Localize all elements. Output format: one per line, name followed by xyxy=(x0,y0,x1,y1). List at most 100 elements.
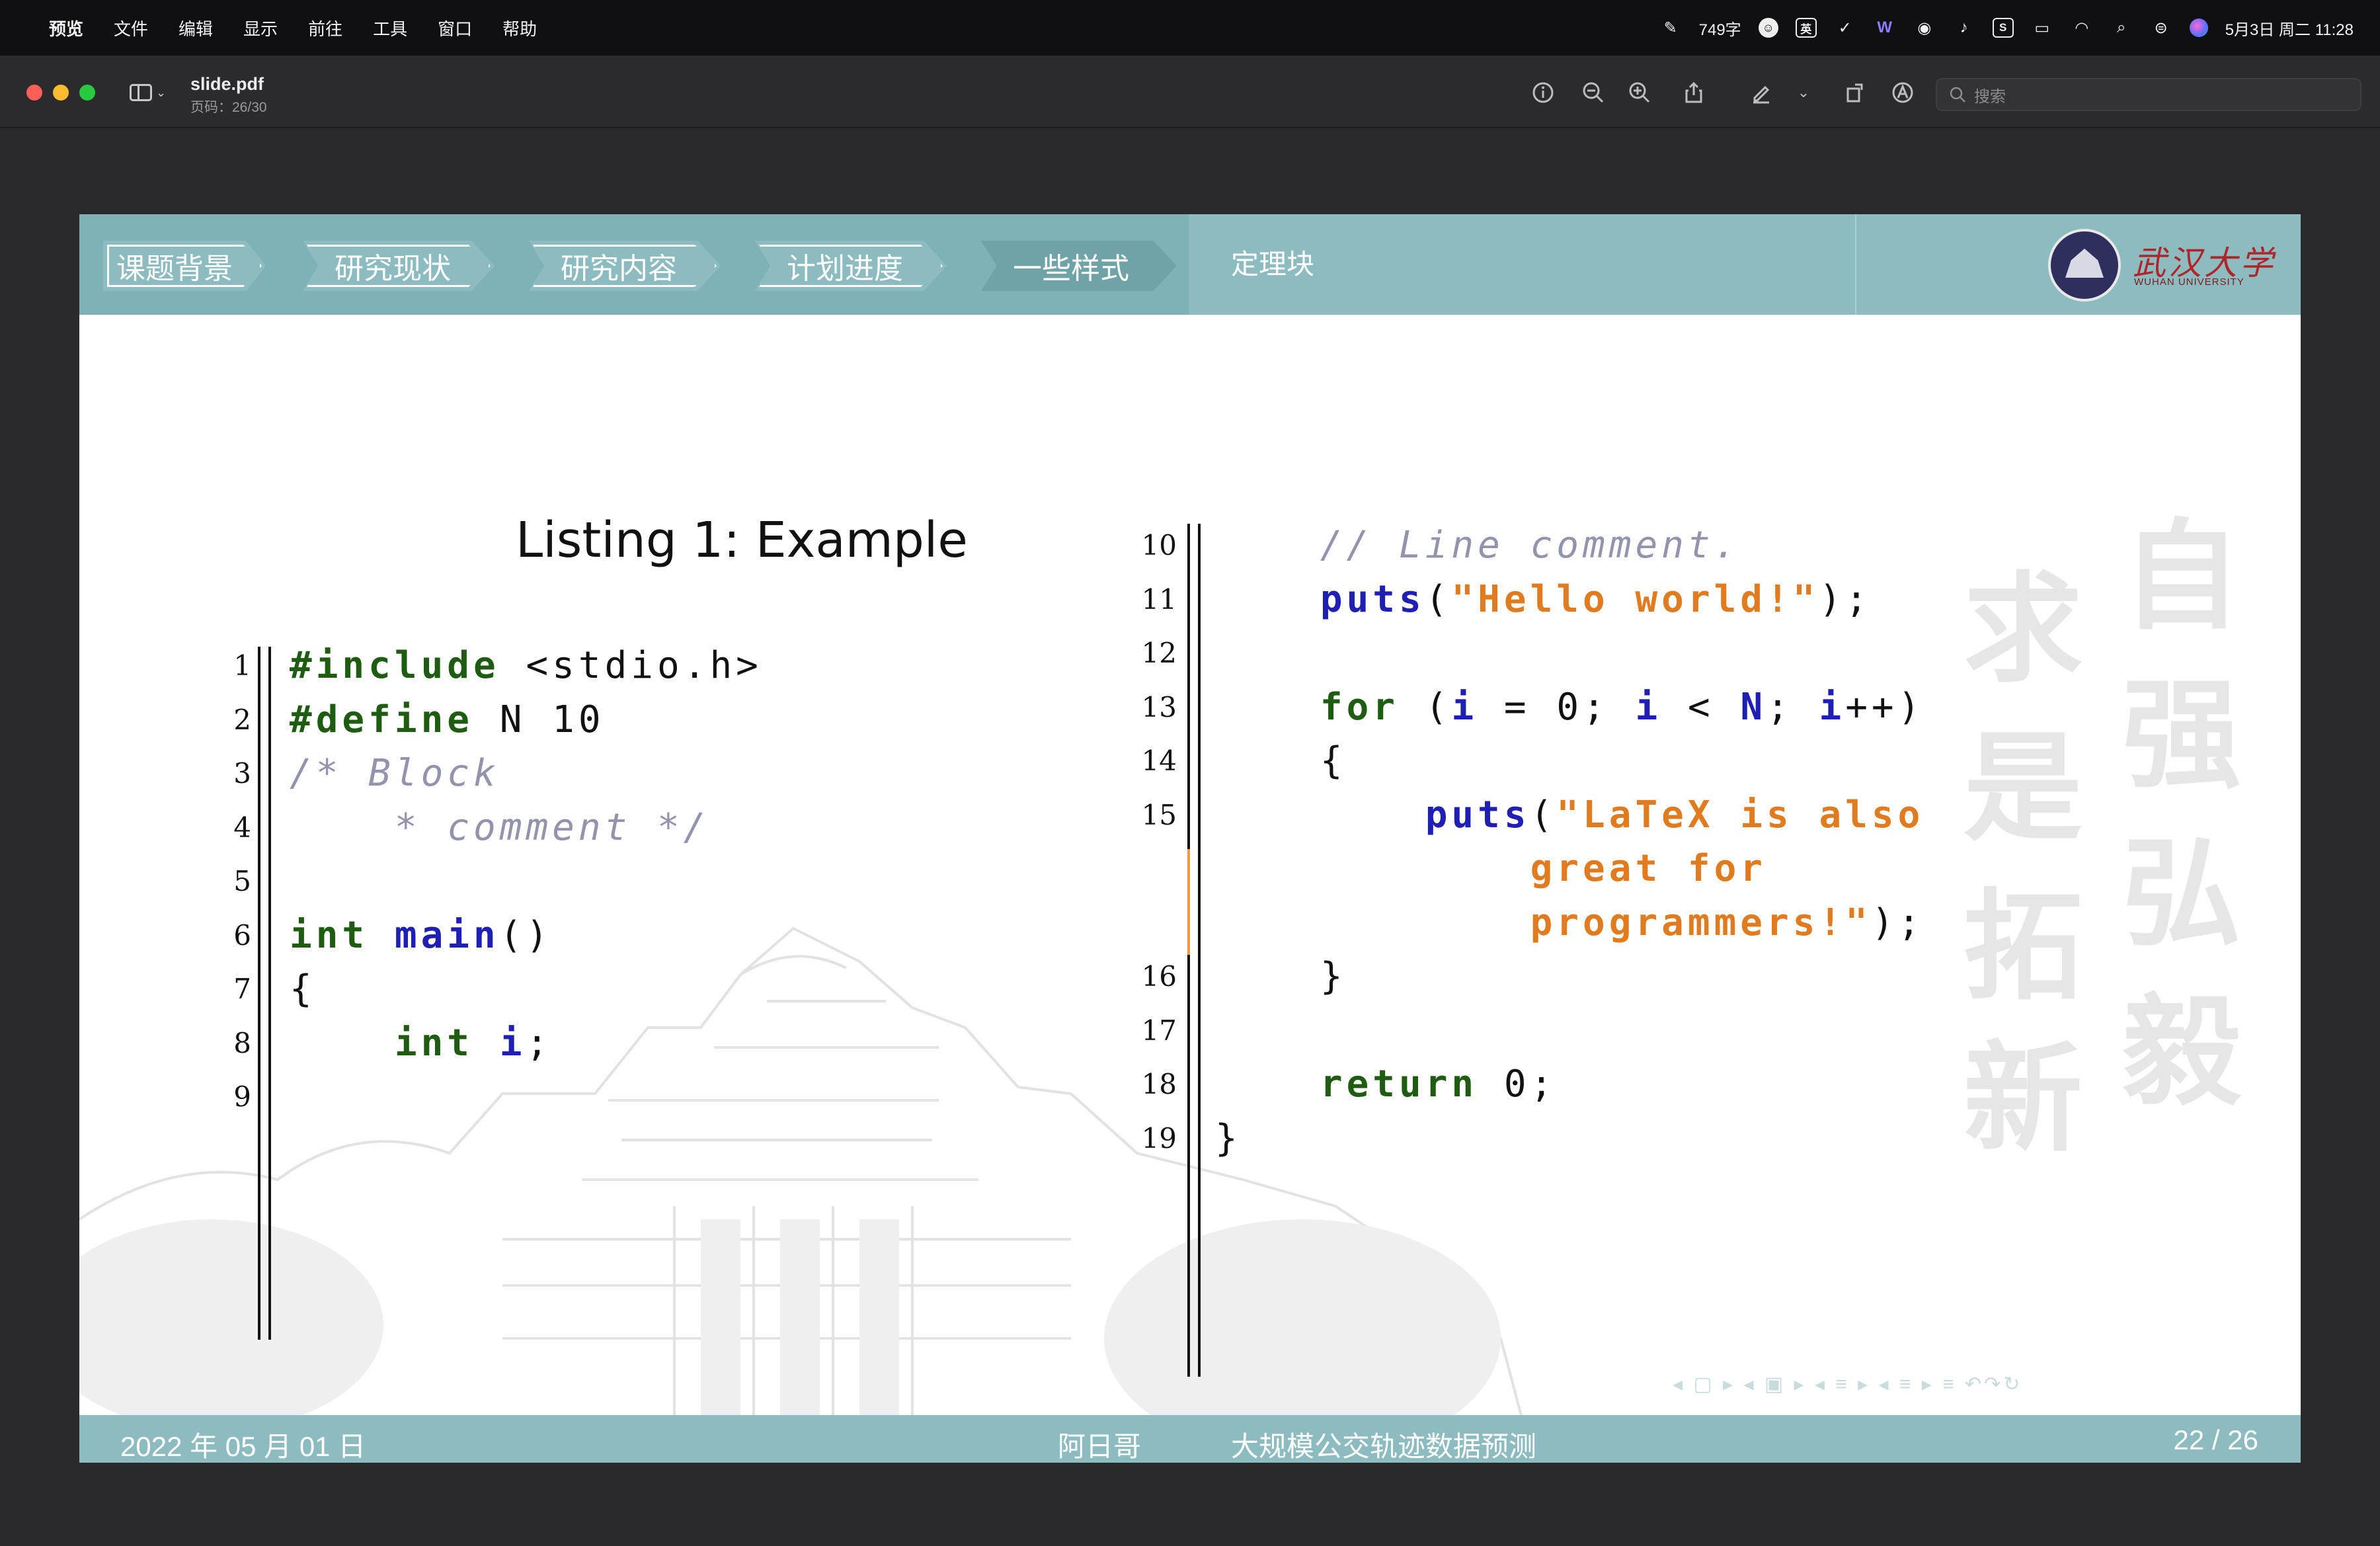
menu-view[interactable]: 显示 xyxy=(243,16,278,40)
control-center-icon[interactable]: ⊜ xyxy=(2150,17,2172,39)
s-tray-icon[interactable]: S xyxy=(1992,18,2014,38)
zoom-in-button[interactable] xyxy=(1625,78,1654,107)
menu-app-name[interactable]: 预览 xyxy=(49,16,83,40)
nav-tab-content[interactable]: 研究内容 xyxy=(529,241,721,291)
nav-tab-label: 一些样式 xyxy=(1013,253,1129,285)
nav-tab-label: 课题背景 xyxy=(116,253,233,285)
close-window-button[interactable] xyxy=(26,85,42,101)
search-placeholder: 搜索 xyxy=(1974,87,2006,106)
code-token: main xyxy=(394,913,500,957)
code-token: <stdio.h> xyxy=(499,644,762,687)
code-line: } xyxy=(1215,1117,1242,1160)
code-token: for xyxy=(1215,685,1400,729)
nav-tab-styles[interactable]: 一些样式 xyxy=(981,241,1177,291)
search-icon xyxy=(1950,87,1965,102)
code-token: ( xyxy=(1530,793,1557,836)
code-line: { xyxy=(1215,739,1347,782)
line-number: 3 xyxy=(233,757,251,790)
rotate-button[interactable] xyxy=(1841,78,1870,107)
code-token: ++) xyxy=(1845,685,1924,729)
code-token: "Hello world!" xyxy=(1451,577,1819,621)
battery-icon[interactable]: ▭ xyxy=(2031,17,2053,39)
search-input[interactable]: 搜索 xyxy=(1936,78,2361,111)
code-token: ( xyxy=(1399,685,1452,729)
code-token: } xyxy=(1215,955,1347,998)
siri-icon[interactable] xyxy=(2189,19,2208,37)
zoom-in-icon xyxy=(1629,82,1650,103)
code-line: return 0; xyxy=(1215,1063,1556,1106)
code-line: } xyxy=(1215,955,1347,998)
sync-tray-icon[interactable]: ✓ xyxy=(1834,17,1856,39)
university-logo-subtext: WUHAN UNIVERSITY xyxy=(2134,276,2244,288)
code-token: ( xyxy=(1425,577,1452,621)
annotate-button[interactable] xyxy=(1888,78,1917,107)
code-token: { xyxy=(290,967,316,1010)
slide-footer: 2022 年 05 月 01 日 阿日哥 大规模公交轨迹数据预测 22 / 26 xyxy=(79,1415,2301,1463)
code-token: i xyxy=(1635,685,1662,729)
face-tray-icon[interactable]: ☺ xyxy=(1758,18,1778,38)
sidebar-toggle-button[interactable]: ⌄ xyxy=(130,79,172,106)
share-button[interactable] xyxy=(1679,78,1708,107)
code-line: #define N 10 xyxy=(290,698,605,741)
menu-window[interactable]: 窗口 xyxy=(438,16,472,40)
markup-button[interactable] xyxy=(1747,78,1776,107)
code-token: } xyxy=(1215,1116,1242,1160)
clock[interactable]: 5月3日 周二 11:28 xyxy=(2225,17,2354,40)
menu-edit[interactable]: 编辑 xyxy=(178,16,213,40)
code-line: programmers!"); xyxy=(1215,901,1924,944)
markup-options-button[interactable]: ⌄ xyxy=(1794,78,1813,107)
nav-tab-plan[interactable]: 计划进度 xyxy=(755,241,947,291)
nav-tab-label: 计划进度 xyxy=(787,253,903,285)
calligraphy-char: 求 xyxy=(1964,559,2082,699)
listing-caption: Listing 1: Example xyxy=(516,512,968,569)
line-number: 9 xyxy=(233,1080,251,1113)
pen-tray-icon[interactable]: ✎ xyxy=(1659,17,1682,39)
minimize-window-button[interactable] xyxy=(53,85,69,101)
bell-icon[interactable]: ♪ xyxy=(1953,17,1975,39)
w-tray-icon[interactable]: W xyxy=(1874,17,1896,39)
menu-file[interactable]: 文件 xyxy=(114,16,148,40)
calligraphy-char: 新 xyxy=(1964,1029,2082,1160)
zoom-out-icon xyxy=(1583,82,1604,103)
line-number: 13 xyxy=(1141,690,1177,723)
spotlight-icon[interactable]: ⌕ xyxy=(2110,17,2133,39)
document-title: slide.pdf xyxy=(190,74,264,94)
menu-help[interactable]: 帮助 xyxy=(502,16,537,40)
line-number: 6 xyxy=(233,918,251,952)
footer-author: 阿日哥 xyxy=(1058,1431,1142,1462)
menu-go[interactable]: 前往 xyxy=(308,16,342,40)
zoom-out-button[interactable] xyxy=(1579,78,1608,107)
beamer-navigation-controls[interactable]: ◂ ▢ ▸ ◂ ▣ ▸ ◂ ≡ ▸ ◂ ≡ ▸ ≡ ↶↷↻ xyxy=(1673,1373,2022,1396)
code-line: int main() xyxy=(290,914,552,957)
nav-tab-label: 研究内容 xyxy=(561,253,677,285)
zoom-window-button[interactable] xyxy=(79,85,95,101)
code-token: i xyxy=(499,1021,526,1065)
nav-tab-status[interactable]: 研究现状 xyxy=(303,241,495,291)
section-title: 定理块 xyxy=(1231,249,1315,280)
code-token: great for xyxy=(1215,847,1767,890)
menu-tools[interactable]: 工具 xyxy=(373,16,407,40)
wechat-icon[interactable]: ◉ xyxy=(1913,17,1936,39)
calligraphy-char: 是 xyxy=(1964,718,2082,858)
input-method-icon[interactable]: 英 xyxy=(1795,18,1817,38)
wifi-icon[interactable]: ◠ xyxy=(2071,17,2093,39)
code-token: #include xyxy=(290,644,500,687)
calligraphy-char: 强 xyxy=(2122,665,2241,805)
code-line: for (i = 0; i < N; i++) xyxy=(1215,686,1924,729)
code-line: #include <stdio.h> xyxy=(290,644,762,687)
code-token: { xyxy=(1215,739,1347,782)
code-line: * comment */ xyxy=(290,806,709,849)
word-count[interactable]: 749字 xyxy=(1699,17,1741,40)
line-number: 15 xyxy=(1141,798,1177,831)
code-line: { xyxy=(290,967,316,1010)
line-number: 17 xyxy=(1141,1014,1177,1047)
code-rule-left-a xyxy=(258,647,260,1340)
slide-page: 自 强 弘 毅 求 是 拓 新 课题背景 研究现状 研究内容 计划进度 一些样式… xyxy=(79,214,2301,1463)
slide-header: 课题背景 研究现状 研究内容 计划进度 一些样式 定理块 武汉大学 WUHAN … xyxy=(79,214,2301,315)
header-divider xyxy=(1855,214,1856,315)
code-token: puts xyxy=(1215,793,1530,836)
nav-tab-background[interactable]: 课题背景 xyxy=(103,241,266,291)
info-button[interactable] xyxy=(1528,78,1558,107)
